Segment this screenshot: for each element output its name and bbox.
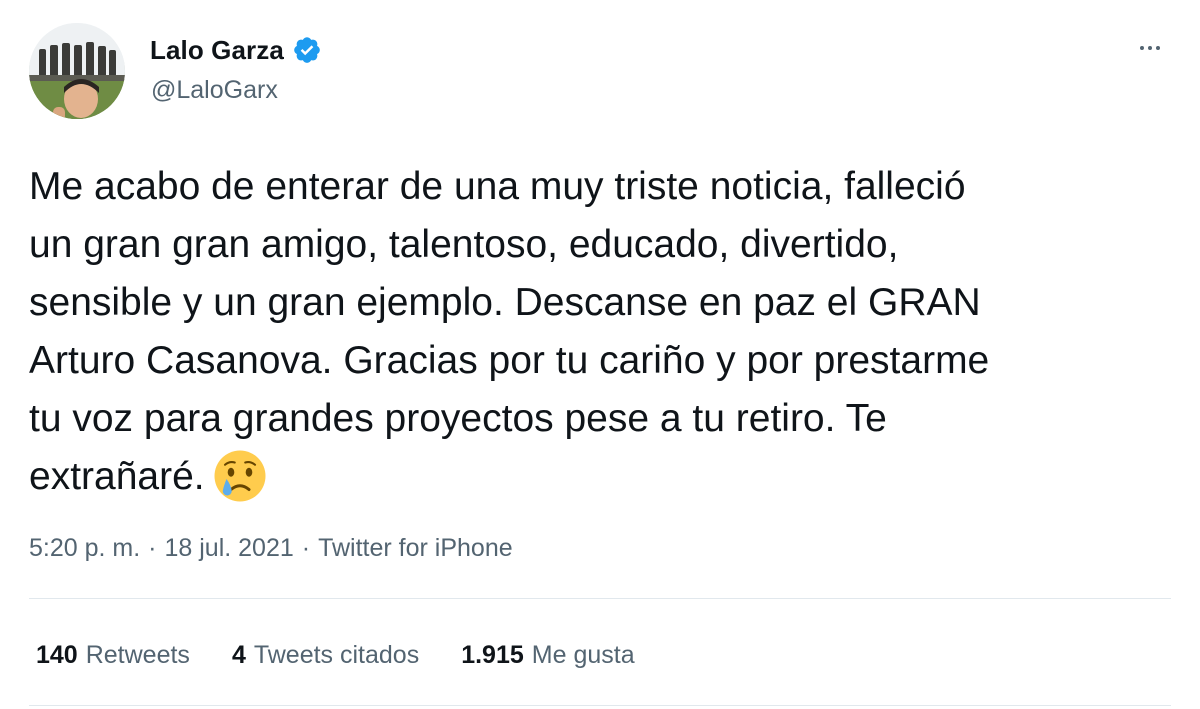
retweets-label: Retweets	[85, 640, 190, 669]
avatar-photo	[29, 23, 125, 119]
likes-label: Me gusta	[531, 640, 635, 669]
tweet-time[interactable]: 5:20 p. m.	[29, 534, 140, 563]
author-avatar[interactable]	[29, 23, 125, 119]
dot	[1140, 46, 1144, 50]
likes-count: 1.915	[461, 640, 524, 669]
author-name-row: Lalo Garza	[150, 33, 322, 67]
more-options-icon[interactable]	[1130, 36, 1170, 60]
meta-separator: ·	[301, 533, 311, 562]
author-handle[interactable]: @LaloGarx	[151, 76, 278, 105]
tweet-card: Lalo Garza @LaloGarx Me acabo de enterar…	[0, 0, 1200, 709]
tweet-text-last-line: extrañaré.	[29, 448, 1174, 506]
tweet-stats: 140 Retweets 4 Tweets citados 1.915 Me g…	[36, 637, 677, 673]
crying-face-emoji	[214, 450, 266, 502]
divider	[29, 705, 1171, 706]
divider	[29, 598, 1171, 599]
retweets-count: 140	[36, 640, 78, 669]
quotes-count: 4	[231, 640, 246, 669]
tweet-date[interactable]: 18 jul. 2021	[165, 534, 294, 563]
tweet-text: Me acabo de enterar de una muy triste no…	[29, 158, 1174, 506]
tweet-text-line: sensible y un gran ejemplo. Descanse en …	[29, 281, 981, 324]
dot	[1148, 46, 1152, 50]
verified-badge-icon	[294, 37, 320, 63]
tweet-source[interactable]: Twitter for iPhone	[318, 534, 513, 563]
tweet-text-line: extrañaré.	[29, 455, 205, 498]
tweet-meta: 5:20 p. m. · 18 jul. 2021 · Twitter for …	[29, 530, 513, 566]
retweets-stat[interactable]: 140 Retweets	[36, 641, 190, 670]
dot	[1156, 46, 1160, 50]
meta-separator: ·	[148, 533, 157, 562]
tweet-text-line: tu voz para grandes proyectos pese a tu …	[29, 397, 887, 440]
tweet-text-line: Arturo Casanova. Gracias por tu cariño y…	[29, 339, 990, 382]
likes-stat[interactable]: 1.915 Me gusta	[461, 641, 634, 670]
tweet-text-line: Me acabo de enterar de una muy triste no…	[29, 165, 966, 208]
author-display-name[interactable]: Lalo Garza	[150, 35, 284, 66]
quotes-stat[interactable]: 4 Tweets citados	[232, 641, 419, 670]
tweet-text-line: un gran gran amigo, talentoso, educado, …	[29, 223, 899, 266]
quotes-label: Tweets citados	[253, 640, 420, 669]
